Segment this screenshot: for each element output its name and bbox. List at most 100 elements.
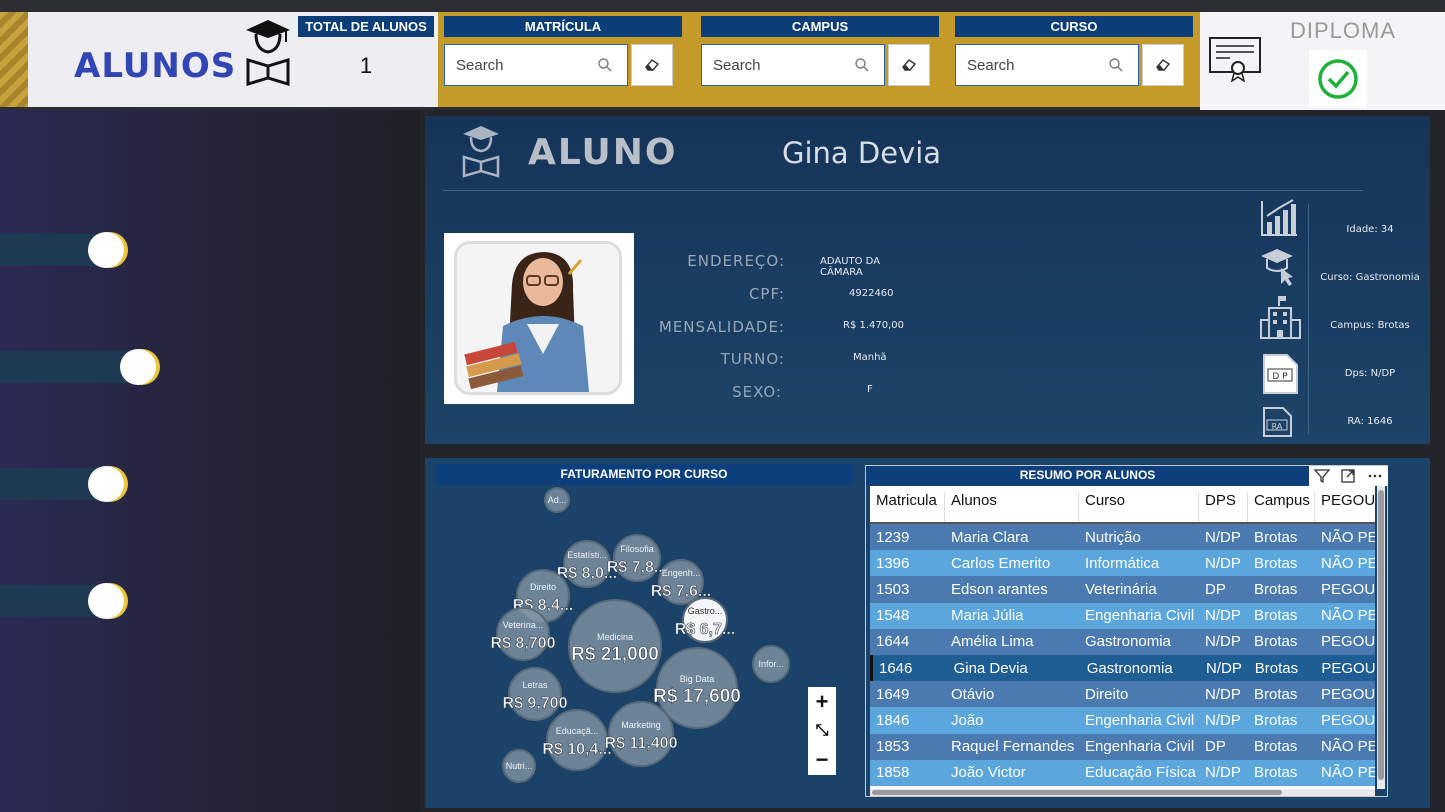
- column-header-pegou[interactable]: PEGOU: [1315, 492, 1375, 522]
- table-row[interactable]: 1858 João Victor Educação Física N/DP Brotas…: [870, 759, 1375, 786]
- table-row[interactable]: 1239 Maria Clara Nutrição N/DP Brotas NÃO PE: [870, 524, 1375, 551]
- cell-dps: DP: [1205, 580, 1226, 598]
- bubble-label: Estatísti...: [567, 550, 607, 560]
- filter-label: MATRÍCULA: [444, 16, 682, 37]
- certificate-icon: [1209, 37, 1261, 82]
- table-row[interactable]: 1644 Amélia Lima Gastronomia N/DP Brotas PEGO…: [870, 628, 1375, 655]
- building-icon: [1260, 296, 1301, 339]
- column-header-curso[interactable]: Curso: [1079, 492, 1199, 522]
- toggle-knob: [88, 583, 124, 619]
- bubble-circle[interactable]: [496, 607, 550, 661]
- toggle-knob: [88, 232, 124, 268]
- table-row-selected[interactable]: 1646 Gina Devia Gastronomia N/DP Brotas PEGOU: [870, 654, 1375, 682]
- cell-pegou: PEGOU: [1321, 711, 1375, 729]
- zoom-controls: + ⤡ −: [808, 687, 836, 775]
- bubble-value: R$ 7,8...: [607, 559, 667, 576]
- search-placeholder: Search: [456, 56, 504, 74]
- column-header-alunos[interactable]: Alunos: [945, 492, 1079, 522]
- ra-value: RA: 1646: [1347, 416, 1393, 427]
- faturamento-bubble-chart[interactable]: Ad...Estatísti...R$ 8,0...FilosofiaR$ 7,…: [425, 482, 855, 808]
- zoom-fit-button[interactable]: ⤡: [808, 716, 836, 745]
- bubble-circle[interactable]: [546, 709, 608, 771]
- cell-dps: DP: [1205, 738, 1226, 756]
- filter-label: CAMPUS: [701, 16, 939, 37]
- endereco-value: ADAUTO DA CÂMARA: [820, 256, 881, 278]
- bubble-label: Infor...: [758, 659, 783, 669]
- dps-value: Dps: N/DP: [1344, 368, 1396, 379]
- cell-dps: N/DP: [1205, 633, 1241, 651]
- divider: [443, 190, 1363, 191]
- nav-toggle-2[interactable]: [0, 347, 165, 387]
- nav-toggle-3[interactable]: [0, 464, 165, 504]
- search-placeholder: Search: [967, 56, 1015, 74]
- clear-campus-button[interactable]: [888, 44, 930, 86]
- cell-curso: Nutrição: [1085, 528, 1141, 546]
- cell-curso: Veterinária: [1085, 580, 1157, 598]
- more-options-icon[interactable]: [1367, 468, 1383, 484]
- filter-icon[interactable]: [1314, 468, 1331, 484]
- matricula-search-input[interactable]: Search: [444, 44, 628, 86]
- diploma-status: [1309, 50, 1367, 108]
- bubble[interactable]: Letras R$ 9,700: [502, 667, 568, 721]
- zoom-in-button[interactable]: +: [808, 687, 836, 716]
- table-row[interactable]: 1503 Edson arantes Veterinária DP Brotas PEGO…: [870, 576, 1375, 603]
- horizontal-scrollbar[interactable]: [870, 789, 1375, 796]
- ra-document-icon: RA: [1263, 407, 1292, 437]
- cell-curso: Engenharia Civil: [1085, 738, 1195, 756]
- svg-text:RA: RA: [1272, 422, 1283, 431]
- bubble[interactable]: Medicina R$ 21,000: [568, 599, 662, 693]
- left-navigation: [0, 110, 420, 812]
- cell-matricula: 1396: [876, 554, 910, 572]
- turno-label: TURNO:: [720, 350, 785, 368]
- table-row[interactable]: 1548 Maria Júlia Engenharia Civil N/DP Brota…: [870, 602, 1375, 629]
- nav-toggle-1[interactable]: [0, 230, 165, 270]
- aluno-card: ALUNO Gina Devia ENDEREÇO: ADAUTO DA CÂM…: [425, 116, 1430, 444]
- vertical-scrollbar[interactable]: [1377, 486, 1385, 789]
- cell-aluno: Maria Clara: [951, 528, 1029, 546]
- cell-pegou: NÃO PE: [1321, 764, 1375, 782]
- column-header-dps[interactable]: DPS: [1199, 492, 1248, 522]
- bubble-circle[interactable]: [508, 667, 562, 721]
- table-row[interactable]: 1846 João Engenharia Civil N/DP Brotas PEGOU: [870, 707, 1375, 734]
- nav-toggle-4[interactable]: [0, 581, 165, 621]
- bubble-label: Ad...: [548, 495, 567, 505]
- sexo-label: SEXO:: [732, 383, 782, 401]
- focus-mode-icon[interactable]: [1340, 468, 1356, 484]
- bubble-label: Nutri...: [506, 761, 533, 771]
- table-row[interactable]: 1396 Carlos Emerito Informática N/DP Brotas N…: [870, 550, 1375, 577]
- bubble[interactable]: Infor...: [752, 645, 790, 683]
- bubble[interactable]: Ad...: [544, 487, 570, 513]
- bubble-circle[interactable]: [608, 701, 674, 767]
- search-icon: [855, 58, 869, 72]
- endereco-label: ENDEREÇO:: [687, 252, 785, 270]
- bubble-value: R$ 10,4...: [542, 741, 611, 758]
- bubble[interactable]: Educaçã... R$ 10,4...: [542, 709, 612, 771]
- filter-matricula: MATRÍCULA Search: [444, 16, 682, 86]
- mensalidade-label: MENSALIDADE:: [658, 318, 785, 336]
- campus-search-input[interactable]: Search: [701, 44, 885, 86]
- curso-search-input[interactable]: Search: [955, 44, 1139, 86]
- cell-curso: Engenharia Civil: [1085, 711, 1195, 729]
- cell-pegou: NÃO PE: [1321, 528, 1375, 546]
- table-row[interactable]: 1853 Raquel Fernandes Engenharia Civil DP Br…: [870, 733, 1375, 760]
- cpf-label: CPF:: [748, 285, 785, 303]
- student-graduate-icon: [246, 20, 290, 86]
- bubble-value: R$ 6,7...: [675, 621, 735, 638]
- column-header-campus[interactable]: Campus: [1248, 492, 1315, 522]
- check-circle-icon: [1318, 59, 1358, 99]
- column-header-matricula[interactable]: Matricula: [870, 492, 945, 522]
- cell-pegou: PEGOU: [1321, 633, 1375, 651]
- svg-text:D P: D P: [1272, 372, 1288, 382]
- cell-aluno: João Victor: [951, 764, 1026, 782]
- bubble[interactable]: Nutri...: [502, 749, 536, 783]
- cell-campus: Brotas: [1254, 607, 1298, 625]
- bubble-label: Veterina...: [503, 620, 544, 630]
- clear-matricula-button[interactable]: [631, 44, 673, 86]
- table-row[interactable]: 1649 Otávio Direito N/DP Brotas PEGOU: [870, 681, 1375, 708]
- cell-matricula: 1846: [876, 711, 910, 729]
- zoom-out-button[interactable]: −: [808, 745, 836, 774]
- clear-curso-button[interactable]: [1142, 44, 1184, 86]
- diploma-panel: DIPLOMA: [1200, 12, 1445, 110]
- cell-aluno: Carlos Emerito: [951, 554, 1051, 572]
- bubble[interactable]: Filosofia R$ 7,8...: [606, 534, 668, 582]
